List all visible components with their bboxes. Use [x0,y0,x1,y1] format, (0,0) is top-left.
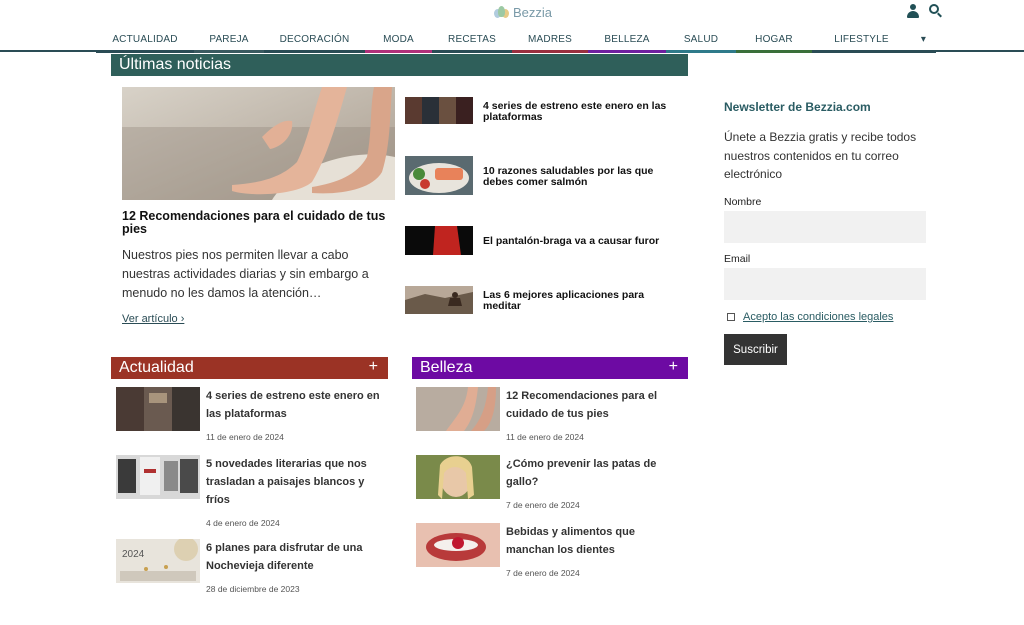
list-item[interactable]: 5 novedades literarias que nos trasladan… [116,455,386,530]
hero-image[interactable] [122,87,395,200]
site-logo[interactable]: Bezzia [494,4,552,20]
accept-terms-checkbox[interactable] [727,313,735,321]
hero-excerpt: Nuestros pies nos permiten llevar a cabo… [122,248,369,300]
nav-item-decoracion[interactable]: DECORACIÓN [264,28,365,50]
name-label: Nombre [724,196,762,208]
read-article-link[interactable]: Ver artículo › [122,313,184,325]
article-date: 7 de enero de 2024 [506,568,580,578]
article-thumbnail: 2024 [116,539,200,583]
article-title: 12 Recomendaciones para el cuidado de tu… [506,390,658,420]
accept-terms-link[interactable]: Acepto las condiciones legales [743,311,893,323]
email-label: Email [724,253,751,265]
article-thumbnail [405,97,473,124]
article-thumbnail [416,455,500,499]
expand-actualidad-icon[interactable]: + [369,358,378,376]
article-title: 4 series de estreno este enero en las pl… [206,390,380,420]
article-date: 11 de enero de 2024 [206,432,284,442]
lotus-icon [494,5,509,19]
article-date: 11 de enero de 2024 [506,432,584,442]
nav-item-moda[interactable]: MODA [365,28,432,50]
search-icon[interactable] [928,4,942,18]
nav-item-salud[interactable]: SALUD [666,28,736,50]
expand-belleza-icon[interactable]: + [669,358,678,376]
newsletter-title: Newsletter de Bezzia.com [724,100,871,114]
newsletter-description: Únete a Bezzia gratis y recibe todos nue… [724,130,917,181]
nav-item-hogar[interactable]: HOGAR [736,28,812,50]
list-item[interactable]: 4 series de estreno este enero en las pl… [116,387,386,447]
actualidad-heading[interactable]: Actualidad + [111,357,388,379]
nav-item-lifestyle[interactable]: LIFESTYLE [812,28,911,50]
article-thumbnail [405,286,473,314]
article-date: 7 de enero de 2024 [506,500,580,510]
chevron-down-icon: ▾ [920,33,927,45]
nav-item-pareja[interactable]: PAREJA [194,28,264,50]
article-title: 6 planes para disfrutar de una Nocheviej… [206,542,363,572]
latest-news-heading: Últimas noticias [111,54,688,76]
thumbnail-text: 2024 [122,549,145,560]
header-actions [906,4,942,18]
article-title: 10 razones saludables por las que debes … [483,165,654,188]
subscribe-button[interactable]: Suscribir [724,334,787,365]
nav-item-actualidad[interactable]: ACTUALIDAD [96,28,194,50]
article-title: Bebidas y alimentos que manchan los dien… [506,526,635,556]
list-item[interactable]: Bebidas y alimentos que manchan los dien… [416,523,686,583]
article-date: 28 de diciembre de 2023 [206,584,300,594]
article-date: 4 de enero de 2024 [206,518,280,528]
article-thumbnail [416,387,500,431]
nav-item-recetas[interactable]: RECETAS [432,28,512,50]
article-title: El pantalón-braga va a causar furor [483,235,660,247]
article-thumbnail [405,156,473,195]
logo-text: Bezzia [513,4,553,20]
name-field[interactable] [724,211,926,243]
article-title: ¿Cómo prevenir las patas de gallo? [506,458,657,488]
list-item[interactable]: ¿Cómo prevenir las patas de gallo? 7 de … [416,455,686,515]
article-thumbnail [116,455,200,499]
article-thumbnail [416,523,500,567]
nav-item-madres[interactable]: MADRES [512,28,588,50]
user-icon[interactable] [906,4,920,18]
nav-item-belleza[interactable]: BELLEZA [588,28,666,50]
site-header: Bezzia ACTUALIDAD PAREJA DECORACIÓN MODA… [0,0,1024,54]
main-nav: ACTUALIDAD PAREJA DECORACIÓN MODA RECETA… [96,28,936,50]
article-thumbnail [405,226,473,255]
article-title: 5 novedades literarias que nos trasladan… [206,458,367,506]
article-title: Las 6 mejores aplicaciones para meditar [483,289,645,312]
nav-more-toggle[interactable]: ▾ [911,28,936,50]
belleza-heading[interactable]: Belleza + [412,357,688,379]
hero-title[interactable]: 12 Recomendaciones para el cuidado de tu… [122,210,395,236]
email-field[interactable] [724,268,926,300]
list-item[interactable]: 12 Recomendaciones para el cuidado de tu… [416,387,686,447]
article-thumbnail [116,387,200,431]
article-title: 4 series de estreno este enero en las pl… [483,100,667,123]
list-item[interactable]: 2024 6 planes para disfrutar de una Noch… [116,539,386,599]
nav-color-strip [96,50,936,53]
